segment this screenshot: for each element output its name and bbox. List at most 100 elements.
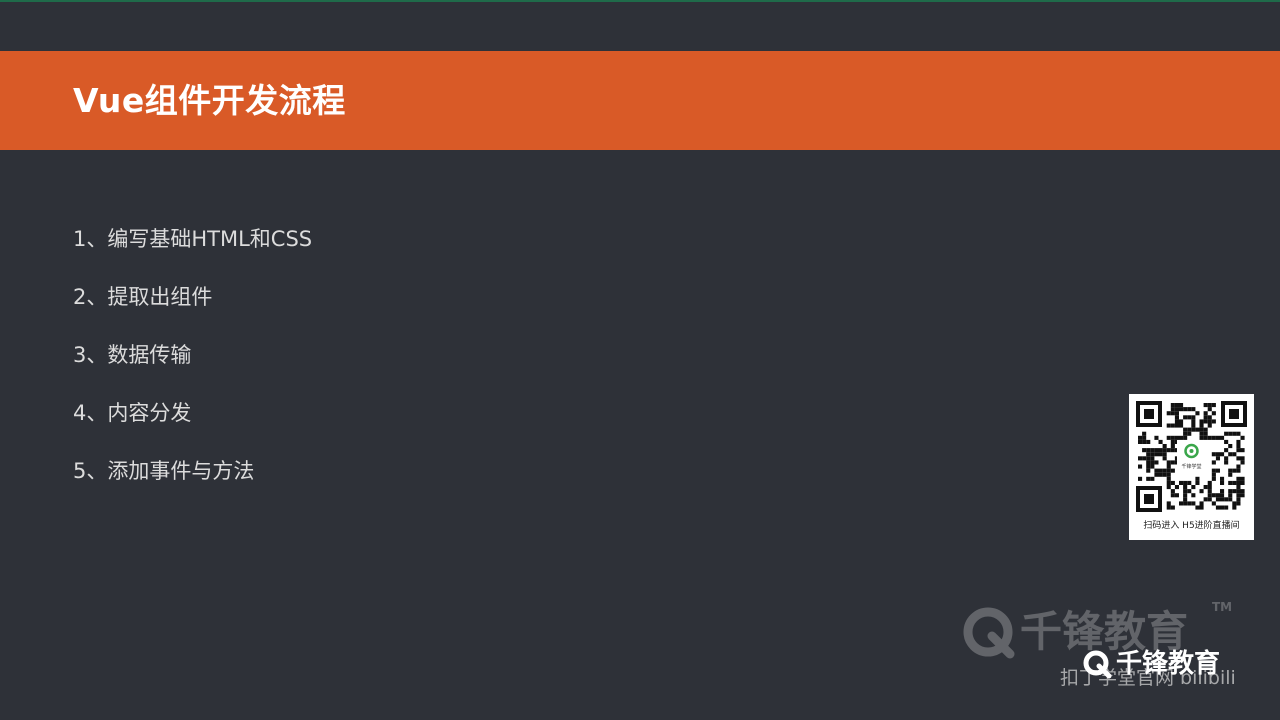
qr-module [1224, 448, 1229, 453]
qr-module [1220, 476, 1225, 481]
qr-module [1158, 468, 1163, 473]
qr-module [1166, 411, 1171, 416]
qr-module [1146, 464, 1151, 469]
qr-module [1207, 403, 1212, 408]
qr-module [1166, 464, 1171, 469]
qr-module [1236, 468, 1241, 473]
qr-module [1220, 452, 1225, 457]
qr-module [1150, 448, 1155, 453]
qr-module [1174, 435, 1179, 440]
qr-module [1228, 472, 1233, 477]
qr-module [1142, 448, 1147, 453]
qr-module [1240, 476, 1245, 481]
qr-module [1240, 435, 1245, 440]
qr-module [1174, 411, 1179, 416]
step-item: 5、添加事件与方法 [73, 459, 255, 483]
qr-module [1142, 431, 1147, 436]
qr-module [1138, 464, 1143, 469]
qr-module [1174, 419, 1179, 424]
qr-module [1187, 480, 1192, 485]
qr-module [1191, 419, 1196, 424]
qr-module [1146, 460, 1151, 465]
qr-module [1195, 411, 1200, 416]
qr-module [1170, 448, 1175, 453]
qr-module [1203, 419, 1208, 424]
qr-module [1220, 489, 1225, 494]
qr-module [1158, 439, 1163, 444]
qr-module [1215, 452, 1220, 457]
qr-module [1195, 476, 1200, 481]
qr-module [1158, 448, 1163, 453]
qr-module [1211, 452, 1216, 457]
qr-module [1207, 407, 1212, 412]
qr-module [1183, 427, 1188, 432]
qr-module [1138, 435, 1143, 440]
qianfeng-logo-icon [963, 607, 1015, 659]
qr-module [1183, 480, 1188, 485]
qr-module [1228, 431, 1233, 436]
qr-module [1203, 485, 1208, 490]
qr-module [1183, 415, 1188, 420]
qr-module [1207, 485, 1212, 490]
step-item: 4、内容分发 [73, 401, 192, 425]
qr-module [1166, 468, 1171, 473]
qr-module [1199, 431, 1204, 436]
qr-module [1236, 431, 1241, 436]
qr-module [1183, 435, 1188, 440]
qr-module [1183, 407, 1188, 412]
qr-module [1154, 460, 1159, 465]
qr-module [1162, 472, 1167, 477]
qr-module [1199, 419, 1204, 424]
qr-module [1220, 435, 1225, 440]
qr-module [1224, 497, 1229, 502]
qr-module [1183, 431, 1188, 436]
qr-module [1232, 505, 1237, 510]
qr-module [1166, 505, 1171, 510]
qr-module [1142, 456, 1147, 461]
qr-module [1211, 472, 1216, 477]
qr-module [1191, 415, 1196, 420]
qr-module [1220, 505, 1225, 510]
qr-module [1195, 427, 1200, 432]
step-item: 2、提取出组件 [73, 285, 213, 309]
qr-module [1228, 493, 1233, 498]
qr-module [1183, 497, 1188, 502]
qr-module [1203, 411, 1208, 416]
qr-module [1170, 403, 1175, 408]
qr-module [1236, 480, 1241, 485]
qr-module [1203, 431, 1208, 436]
qr-module [1211, 411, 1216, 416]
qr-module [1142, 435, 1147, 440]
qr-module [1191, 427, 1196, 432]
qr-module [1224, 456, 1229, 461]
qr-module [1207, 435, 1212, 440]
qr-module [1199, 423, 1204, 428]
qr-module [1220, 480, 1225, 485]
qr-module [1183, 493, 1188, 498]
qr-module [1232, 489, 1237, 494]
qr-module [1195, 505, 1200, 510]
qr-module [1138, 476, 1143, 481]
qr-module [1138, 439, 1143, 444]
qr-module [1174, 407, 1179, 412]
qr-module [1170, 505, 1175, 510]
qr-module [1215, 493, 1220, 498]
step-item: 3、数据传输 [73, 343, 192, 367]
qr-module [1240, 489, 1245, 494]
qr-module [1199, 501, 1204, 506]
slide-title: Vue组件开发流程 [73, 81, 346, 120]
qr-module [1170, 439, 1175, 444]
qr-module [1215, 505, 1220, 510]
qr-card: 千锋学堂 扫码进入 H5进阶直播间 [1129, 394, 1254, 540]
qr-center-label: 千锋学堂 [1181, 463, 1201, 470]
qr-module [1228, 480, 1233, 485]
qr-module [1215, 497, 1220, 502]
qr-module [1170, 480, 1175, 485]
qr-module [1170, 489, 1175, 494]
qr-module [1146, 448, 1151, 453]
qr-module [1187, 431, 1192, 436]
qr-code-icon: 千锋学堂 [1136, 401, 1247, 512]
watermark-bottom-logo: 千锋教育 [1082, 645, 1257, 685]
qr-module [1211, 501, 1216, 506]
qr-module [1150, 452, 1155, 457]
